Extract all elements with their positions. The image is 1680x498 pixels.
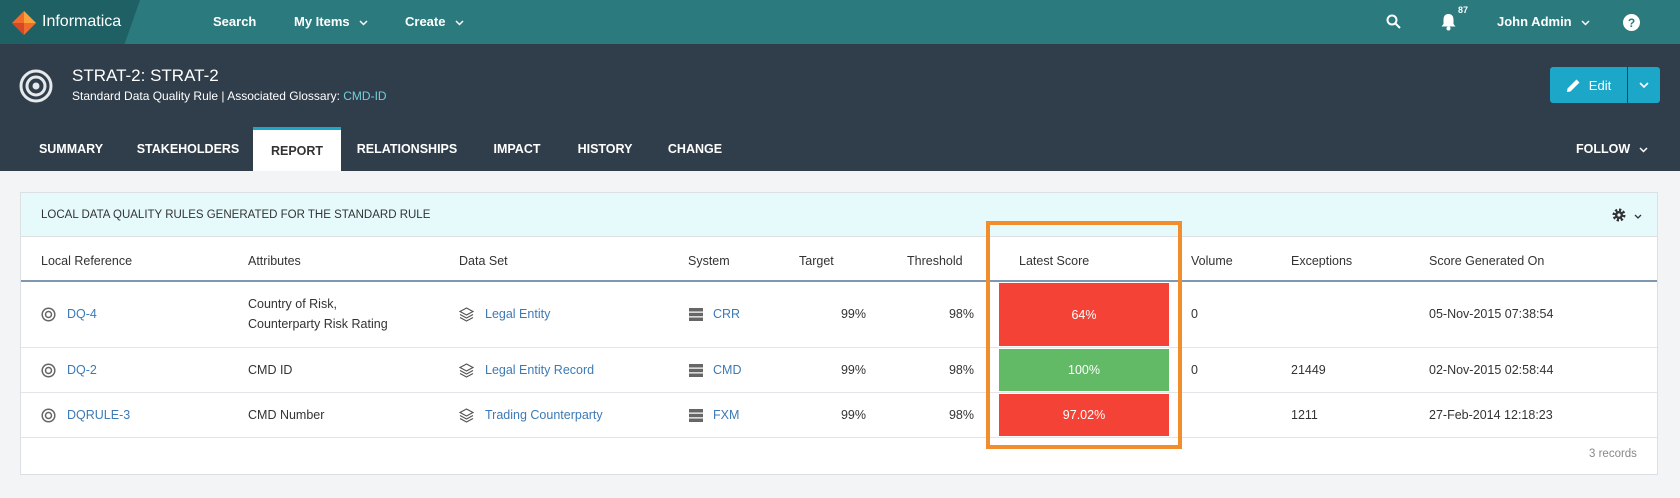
column-header-score-generated-on[interactable]: Score Generated On bbox=[1429, 254, 1544, 268]
help-icon[interactable]: ? bbox=[1623, 14, 1640, 31]
score-generated-cell: 02-Nov-2015 02:58:44 bbox=[1429, 363, 1554, 377]
gear-icon bbox=[1612, 208, 1626, 222]
pencil-icon bbox=[1566, 79, 1580, 92]
edit-button-label: Edit bbox=[1588, 77, 1612, 93]
bell-icon[interactable] bbox=[1440, 13, 1457, 31]
nav-my-items-label: My Items bbox=[294, 14, 350, 29]
nav-my-items[interactable]: My Items bbox=[294, 14, 368, 29]
chevron-down-icon bbox=[455, 20, 464, 26]
threshold-cell: 98% bbox=[948, 408, 974, 422]
attributes-cell: CMD ID bbox=[248, 363, 293, 377]
layers-icon bbox=[459, 363, 474, 378]
column-header-exceptions[interactable]: Exceptions bbox=[1291, 254, 1352, 268]
data-set-link[interactable]: Legal Entity Record bbox=[485, 363, 594, 377]
database-icon bbox=[689, 409, 703, 422]
follow-label: FOLLOW bbox=[1576, 142, 1631, 156]
score-generated-cell: 27-Feb-2014 12:18:23 bbox=[1429, 408, 1553, 422]
layers-icon bbox=[459, 408, 474, 423]
exceptions-cell: 1211 bbox=[1291, 408, 1318, 422]
column-header-system[interactable]: System bbox=[688, 254, 730, 268]
tab-history[interactable]: HISTORY bbox=[570, 127, 640, 171]
panel-header: LOCAL DATA QUALITY RULES GENERATED FOR T… bbox=[21, 193, 1657, 237]
tab-summary[interactable]: SUMMARY bbox=[24, 127, 118, 171]
search-icon[interactable] bbox=[1386, 14, 1401, 29]
nav-create[interactable]: Create bbox=[405, 14, 464, 29]
page-title: STRAT-2: STRAT-2 bbox=[72, 66, 219, 85]
follow-menu[interactable]: FOLLOW bbox=[1576, 142, 1648, 156]
system-link[interactable]: CRR bbox=[713, 307, 740, 321]
chevron-down-icon bbox=[359, 20, 368, 26]
edit-dropdown-button[interactable] bbox=[1628, 67, 1660, 103]
latest-score-highlight-box bbox=[986, 221, 1182, 449]
column-header-local-reference[interactable]: Local Reference bbox=[41, 254, 132, 268]
panel-title: LOCAL DATA QUALITY RULES GENERATED FOR T… bbox=[41, 209, 431, 221]
table-row[interactable]: DQ-2 CMD ID Legal Entity Record CMD 99% … bbox=[21, 348, 1657, 393]
threshold-cell: 98% bbox=[948, 363, 974, 377]
table-row[interactable]: DQ-4 Country of Risk, Counterparty Risk … bbox=[21, 282, 1657, 348]
data-set-link[interactable]: Legal Entity bbox=[485, 307, 550, 321]
database-icon bbox=[689, 308, 703, 321]
associated-glossary-link[interactable]: CMD-ID bbox=[343, 89, 386, 103]
edit-button[interactable]: Edit bbox=[1550, 67, 1627, 103]
table-row[interactable]: DQRULE-3 CMD Number Trading Counterparty… bbox=[21, 393, 1657, 438]
local-reference-link[interactable]: DQ-2 bbox=[67, 363, 97, 377]
threshold-cell: 98% bbox=[948, 307, 974, 321]
target-icon bbox=[41, 408, 56, 423]
nav-search[interactable]: Search bbox=[213, 14, 256, 29]
user-menu[interactable]: John Admin bbox=[1497, 14, 1590, 29]
brand-name: Informatica bbox=[42, 13, 122, 30]
column-header-volume[interactable]: Volume bbox=[1191, 254, 1233, 268]
user-name: John Admin bbox=[1497, 14, 1572, 29]
target-icon bbox=[41, 363, 56, 378]
chevron-down-icon bbox=[1581, 20, 1590, 26]
tab-report[interactable]: REPORT bbox=[253, 127, 341, 171]
asset-header: STRAT-2: STRAT-2 Standard Data Quality R… bbox=[0, 44, 1680, 171]
top-navigation-bar: Informatica Search My Items Create 87 Jo… bbox=[0, 0, 1680, 44]
informatica-logo-icon bbox=[12, 11, 36, 35]
target-icon bbox=[19, 69, 53, 103]
tab-relationships[interactable]: RELATIONSHIPS bbox=[350, 127, 464, 171]
column-header-data-set[interactable]: Data Set bbox=[459, 254, 508, 268]
panel-settings-menu[interactable] bbox=[1611, 207, 1642, 228]
attributes-cell: CMD Number bbox=[248, 408, 325, 422]
record-count: 3 records bbox=[1589, 448, 1637, 460]
page-subtitle: Standard Data Quality Rule | Associated … bbox=[72, 89, 387, 103]
target-cell: 99% bbox=[840, 307, 866, 321]
attributes-cell: Country of Risk, bbox=[248, 297, 337, 311]
local-reference-link[interactable]: DQ-4 bbox=[67, 307, 97, 321]
column-header-target[interactable]: Target bbox=[799, 254, 834, 268]
target-cell: 99% bbox=[840, 408, 866, 422]
target-cell: 99% bbox=[840, 363, 866, 377]
subtitle-text: Standard Data Quality Rule | Associated … bbox=[72, 89, 344, 103]
exceptions-cell: 21449 bbox=[1291, 363, 1326, 377]
layers-icon bbox=[459, 307, 474, 322]
tab-impact[interactable]: IMPACT bbox=[484, 127, 550, 171]
chevron-down-icon bbox=[1639, 147, 1648, 153]
chevron-down-icon bbox=[1634, 214, 1642, 219]
chevron-down-icon bbox=[1639, 81, 1649, 88]
volume-cell: 0 bbox=[1191, 307, 1198, 321]
nav-create-label: Create bbox=[405, 14, 446, 29]
system-link[interactable]: CMD bbox=[713, 363, 741, 377]
column-header-attributes[interactable]: Attributes bbox=[248, 254, 301, 268]
system-link[interactable]: FXM bbox=[713, 408, 739, 422]
notification-count-badge: 87 bbox=[1458, 5, 1469, 15]
brand-area[interactable]: Informatica bbox=[0, 0, 140, 44]
attributes-cell: Counterparty Risk Rating bbox=[248, 317, 388, 331]
dq-rules-panel: LOCAL DATA QUALITY RULES GENERATED FOR T… bbox=[20, 192, 1658, 475]
local-reference-link[interactable]: DQRULE-3 bbox=[67, 408, 130, 422]
volume-cell: 0 bbox=[1191, 363, 1198, 377]
score-generated-cell: 05-Nov-2015 07:38:54 bbox=[1429, 307, 1554, 321]
target-icon bbox=[41, 307, 56, 322]
database-icon bbox=[689, 364, 703, 377]
column-header-threshold[interactable]: Threshold bbox=[907, 254, 963, 268]
tab-change[interactable]: CHANGE bbox=[661, 127, 729, 171]
data-set-link[interactable]: Trading Counterparty bbox=[485, 408, 603, 422]
tab-stakeholders[interactable]: STAKEHOLDERS bbox=[126, 127, 250, 171]
